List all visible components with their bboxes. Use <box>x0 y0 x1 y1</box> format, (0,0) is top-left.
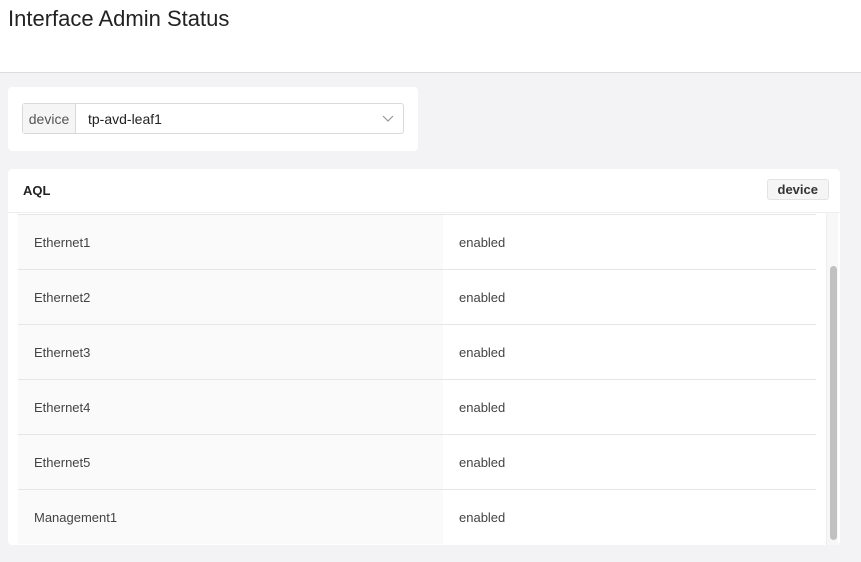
interface-cell: Management1 <box>18 490 443 544</box>
filter-card: device tp-avd-leaf1 <box>8 87 418 151</box>
scrollbar-thumb[interactable] <box>830 266 837 540</box>
table-row: Ethernet4 enabled <box>18 379 816 434</box>
results-table: Ethernet1 enabled Ethernet2 enabled Ethernet… <box>18 214 816 544</box>
panel-title: AQL <box>23 183 51 198</box>
table-row: Ethernet2 enabled <box>18 269 816 324</box>
interface-cell: Ethernet2 <box>18 270 443 324</box>
status-cell: enabled <box>459 234 506 250</box>
panel-header: AQL device <box>8 169 840 213</box>
device-select-value[interactable]: tp-avd-leaf1 <box>76 104 373 133</box>
status-cell: enabled <box>459 454 506 470</box>
aql-panel: AQL device Ethernet1 enabled Ethernet2 enab… <box>8 169 840 545</box>
interface-cell: Ethernet1 <box>18 215 443 269</box>
device-select[interactable]: device tp-avd-leaf1 <box>22 103 404 134</box>
interface-cell: Ethernet5 <box>18 435 443 489</box>
table-row: Management1 enabled <box>18 489 816 544</box>
interface-cell: Ethernet3 <box>18 325 443 379</box>
scrollbar[interactable] <box>826 213 838 545</box>
status-cell: enabled <box>459 289 506 305</box>
chevron-down-icon[interactable] <box>373 104 403 133</box>
status-cell: enabled <box>459 399 506 415</box>
table-row: Ethernet3 enabled <box>18 324 816 379</box>
page-title: Interface Admin Status <box>8 6 230 31</box>
interface-cell: Ethernet4 <box>18 380 443 434</box>
status-cell: enabled <box>459 344 506 360</box>
table-row: Ethernet5 enabled <box>18 434 816 489</box>
device-badge: device <box>766 179 829 200</box>
status-cell: enabled <box>459 509 506 525</box>
table-row: Ethernet1 enabled <box>18 214 816 269</box>
device-select-label: device <box>23 104 76 133</box>
page-header: Interface Admin Status <box>0 0 861 73</box>
